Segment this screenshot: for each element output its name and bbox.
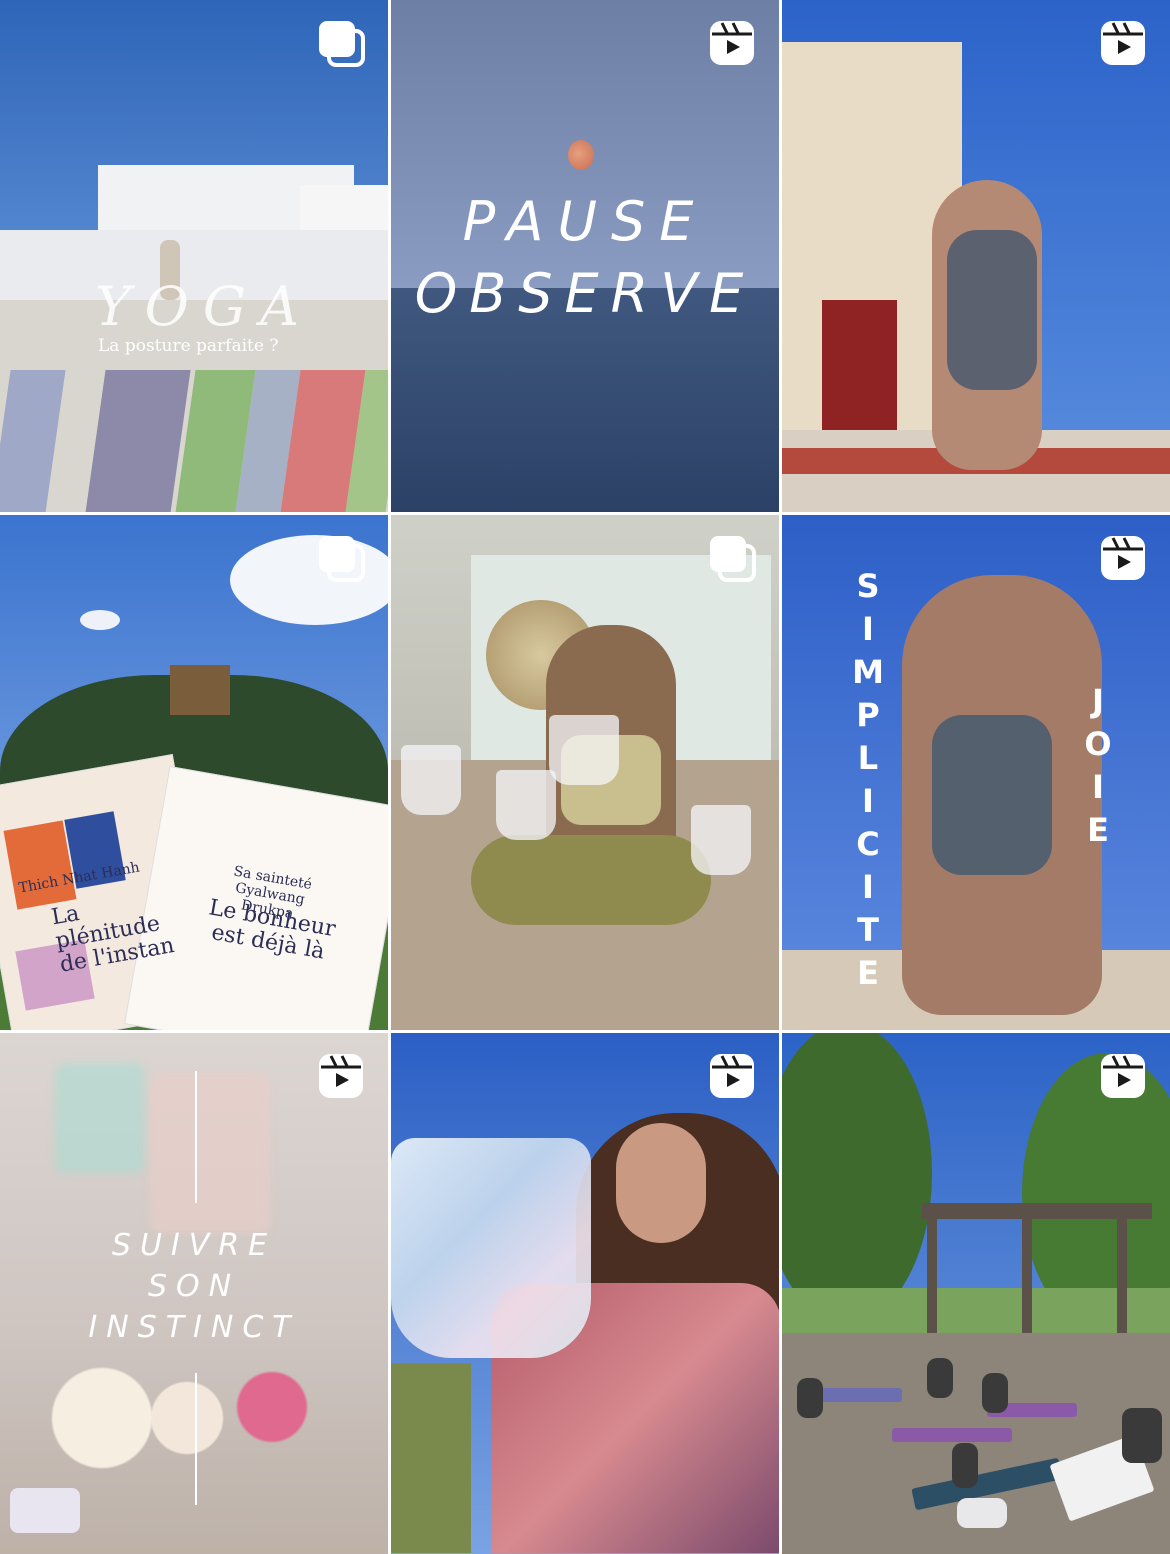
carousel-icon [317,19,365,67]
red-door [822,300,897,435]
moon [568,140,594,170]
post-tile-simplicite-joie[interactable]: SIMPLICITE JOIE [782,515,1170,1030]
reel-icon [708,19,756,67]
reel-icon [317,1052,365,1100]
post-tile-kneeling-pose[interactable] [782,0,1170,512]
post-tile-pause-observe[interactable]: PAUSE OBSERVE [391,0,779,512]
post-overlay-vertical-text: SIMPLICITE [852,567,884,992]
crystal-bowl [496,770,556,840]
post-overlay-line1: PAUSE [462,190,708,253]
post-tile-suivre-son-instinct[interactable]: SUIVRE SON INSTINCT [0,1033,388,1554]
reel-icon [1099,1052,1147,1100]
crystal-bowl [391,1138,591,1358]
post-tile-books[interactable]: Thich Nhat Hanh La plénitude de l'instan… [0,515,388,1030]
post-tile-singing-bowls[interactable] [391,515,779,1030]
reel-icon [708,1052,756,1100]
post-overlay-text: SUIVRE SON INSTINCT [88,1228,300,1345]
post-tile-crystal-bowl[interactable] [391,1033,779,1554]
post-overlay-line2: OBSERVE [414,262,756,325]
carousel-icon [317,534,365,582]
carousel-icon [708,534,756,582]
flowers [0,1363,340,1473]
reel-icon [1099,19,1147,67]
divider-line [195,1373,197,1505]
post-overlay-subtitle: La posture parfaite ? [98,336,279,356]
crystal-bowl [691,805,751,875]
crystal-bowl [401,745,461,815]
divider-line [195,1071,197,1203]
crystal-bowl [549,715,619,785]
reel-icon [1099,534,1147,582]
profile-post-grid: YOGA La posture parfaite ? PAUSE OBSERVE [0,0,1170,1554]
person [616,1123,706,1243]
post-overlay-title: YOGA [95,275,314,338]
post-overlay-vertical-text: JOIE [1084,682,1112,849]
temple [170,665,230,715]
post-tile-outdoor-class[interactable] [782,1033,1170,1554]
post-tile-yoga[interactable]: YOGA La posture parfaite ? [0,0,388,512]
